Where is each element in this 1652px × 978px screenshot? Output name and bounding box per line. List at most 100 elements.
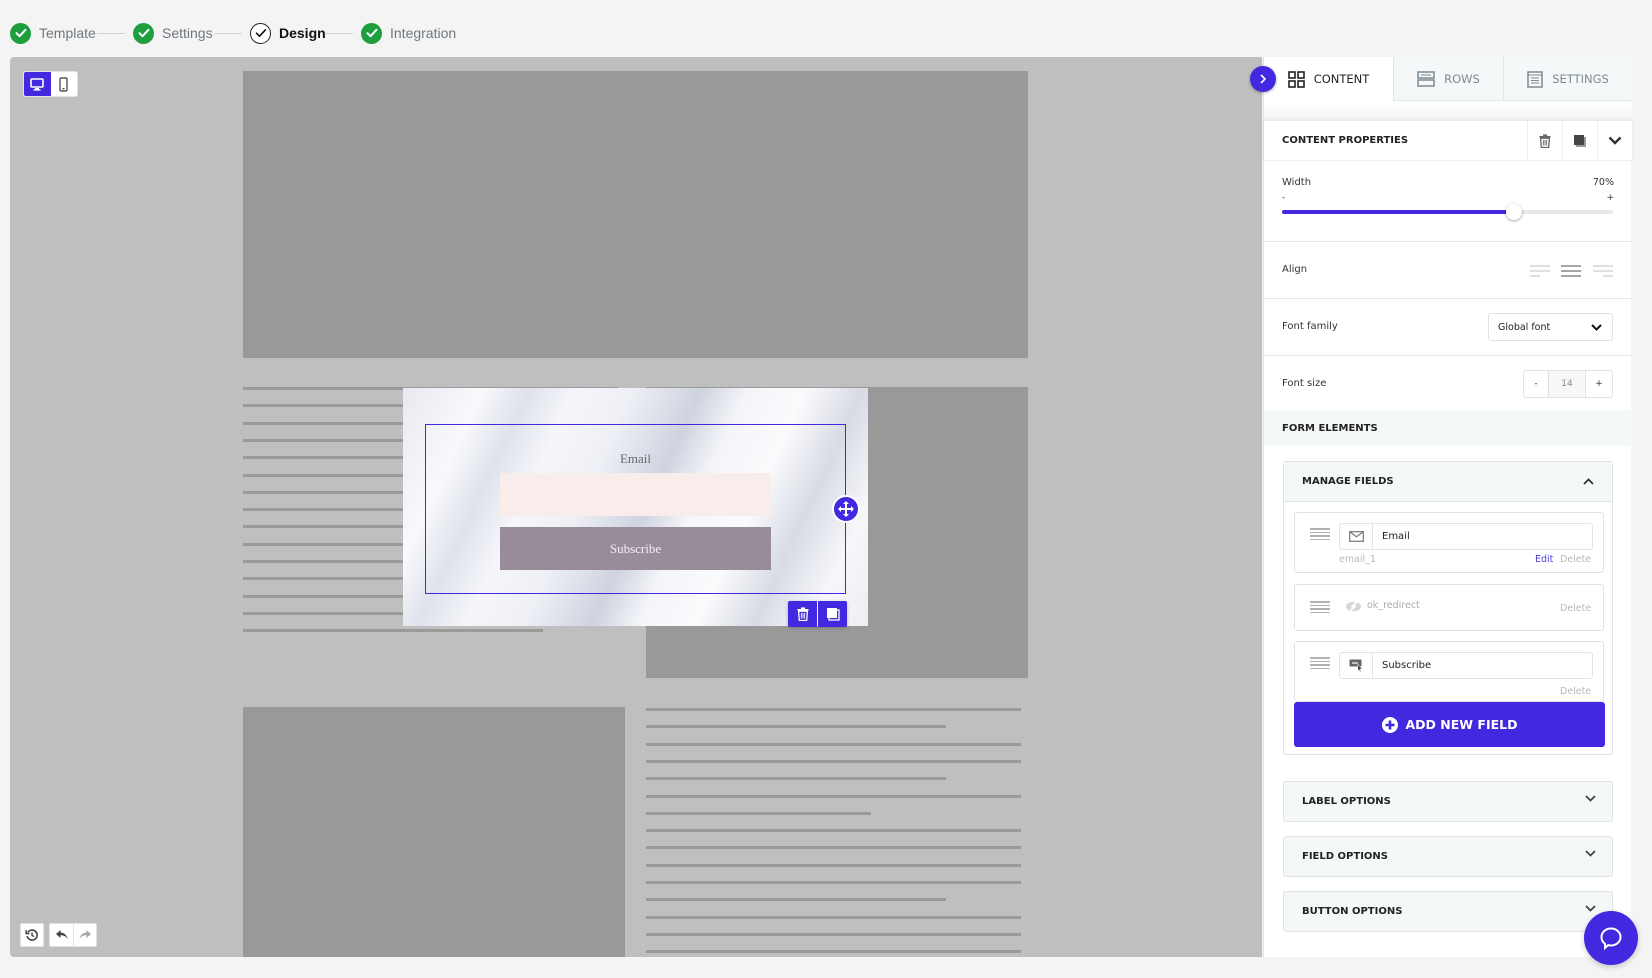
delete-content-button[interactable] (1527, 120, 1562, 161)
device-toggle (23, 71, 78, 97)
move-handle[interactable] (832, 495, 860, 523)
add-new-field-label: ADD NEW FIELD (1405, 717, 1518, 732)
manage-fields-header[interactable]: MANAGE FIELDS (1284, 462, 1612, 502)
tab-rows[interactable]: ROWS (1394, 57, 1504, 101)
step-connector (214, 33, 242, 34)
plus-circle-icon (1381, 716, 1398, 733)
collapse-panel-button[interactable] (1250, 66, 1276, 92)
history-button[interactable] (20, 923, 44, 947)
field-name: email_1 (1339, 554, 1376, 565)
panel-tabs: CONTENT ROWS SETTINGS (1264, 57, 1632, 102)
desktop-view-button[interactable] (24, 72, 51, 96)
duplicate-content-button[interactable] (1562, 120, 1597, 161)
text-line (646, 708, 1021, 711)
tab-settings[interactable]: SETTINGS (1504, 57, 1632, 101)
field-label: Subscribe (1382, 660, 1432, 671)
text-line (646, 898, 946, 902)
field-delete-link[interactable]: Delete (1560, 603, 1591, 614)
tab-label: SETTINGS (1552, 72, 1609, 86)
slider-thumb[interactable] (1505, 204, 1522, 220)
manage-fields-title: MANAGE FIELDS (1302, 476, 1394, 487)
font-family-select[interactable]: Global font (1488, 313, 1613, 341)
check-circle-icon (133, 22, 154, 44)
block-actions (788, 601, 847, 627)
duplicate-block-button[interactable] (818, 601, 847, 627)
font-size-decrease-button[interactable]: - (1524, 371, 1548, 397)
align-left-button[interactable] (1530, 262, 1550, 277)
subscribe-button-preview[interactable]: Subscribe (500, 527, 771, 570)
slider-fill (1282, 210, 1514, 214)
redo-button[interactable] (73, 923, 97, 947)
chat-support-button[interactable] (1584, 911, 1638, 965)
button-cursor-icon (1349, 659, 1362, 672)
step-template[interactable]: Template (10, 22, 96, 44)
field-edit-link[interactable]: Edit (1535, 554, 1553, 565)
check-circle-outline-icon (250, 22, 271, 44)
font-size-input[interactable]: 14 (1548, 371, 1586, 397)
step-label: Integration (390, 25, 457, 41)
chat-bubble-icon (1600, 927, 1622, 950)
field-item-ok-redirect: ok_redirect Delete (1294, 584, 1604, 631)
drag-handle[interactable] (1310, 657, 1330, 669)
envelope-icon (1348, 531, 1364, 542)
align-center-button[interactable] (1561, 262, 1581, 277)
step-label: Settings (162, 25, 213, 41)
slider-max-label: + (1606, 193, 1614, 203)
text-line (646, 811, 871, 815)
tab-content[interactable]: CONTENT (1264, 57, 1394, 102)
chevron-down-icon (1585, 905, 1596, 912)
text-line (646, 915, 1021, 919)
step-settings[interactable]: Settings (133, 22, 213, 44)
image-placeholder-bottom-left[interactable] (243, 707, 625, 957)
font-size-increase-button[interactable]: + (1586, 371, 1612, 397)
undo-icon (55, 930, 67, 940)
manage-fields-section: MANAGE FIELDS Email email_1 Edit Delete … (1283, 461, 1613, 755)
text-line (646, 846, 1021, 850)
trash-icon (797, 607, 808, 621)
font-family-row: Font family Global font (1264, 299, 1632, 356)
font-size-row: Font size - 14 + (1264, 356, 1632, 410)
history-icon (25, 929, 38, 941)
tab-label: ROWS (1444, 72, 1480, 86)
step-design[interactable]: Design (250, 22, 326, 44)
field-label-input[interactable]: Subscribe (1339, 652, 1593, 679)
align-center-icon (1561, 265, 1581, 277)
button-options-accordion[interactable]: BUTTON OPTIONS (1283, 891, 1613, 932)
field-delete-link[interactable]: Delete (1560, 554, 1591, 565)
email-input-preview[interactable] (500, 473, 771, 516)
step-integration[interactable]: Integration (361, 22, 456, 44)
hero-image-placeholder[interactable] (243, 71, 1028, 358)
chevron-down-icon (1585, 850, 1596, 857)
chevron-down-icon (1585, 795, 1596, 802)
width-slider[interactable] (1282, 204, 1613, 220)
font-size-stepper: - 14 + (1523, 370, 1613, 398)
duplicate-icon (1574, 134, 1586, 147)
field-label-input[interactable]: Email (1339, 523, 1593, 550)
step-connector (97, 33, 125, 34)
text-line (646, 881, 1021, 884)
delete-block-button[interactable] (788, 601, 817, 627)
drag-handle[interactable] (1310, 601, 1330, 613)
label-options-accordion[interactable]: LABEL OPTIONS (1283, 781, 1613, 822)
step-label: Design (279, 25, 326, 41)
font-family-value: Global font (1498, 321, 1551, 333)
undo-button[interactable] (49, 923, 73, 947)
tab-label: CONTENT (1313, 72, 1370, 86)
text-line (646, 829, 1021, 833)
align-right-button[interactable] (1593, 262, 1613, 277)
add-new-field-button[interactable]: ADD NEW FIELD (1294, 702, 1605, 747)
field-delete-link[interactable]: Delete (1560, 686, 1591, 697)
section-title: CONTENT PROPERTIES (1282, 135, 1409, 146)
accordion-title: BUTTON OPTIONS (1302, 906, 1403, 917)
text-line (646, 794, 1021, 798)
text-line (646, 777, 946, 781)
field-options-accordion[interactable]: FIELD OPTIONS (1283, 836, 1613, 877)
chevron-right-icon (1260, 74, 1267, 84)
rows-icon (1417, 71, 1435, 87)
mobile-view-button[interactable] (51, 72, 78, 96)
collapse-properties-button[interactable] (1597, 120, 1632, 161)
check-circle-icon (10, 22, 31, 44)
email-field-label: Email (619, 451, 652, 466)
text-line (646, 742, 1021, 746)
drag-handle[interactable] (1310, 528, 1330, 540)
